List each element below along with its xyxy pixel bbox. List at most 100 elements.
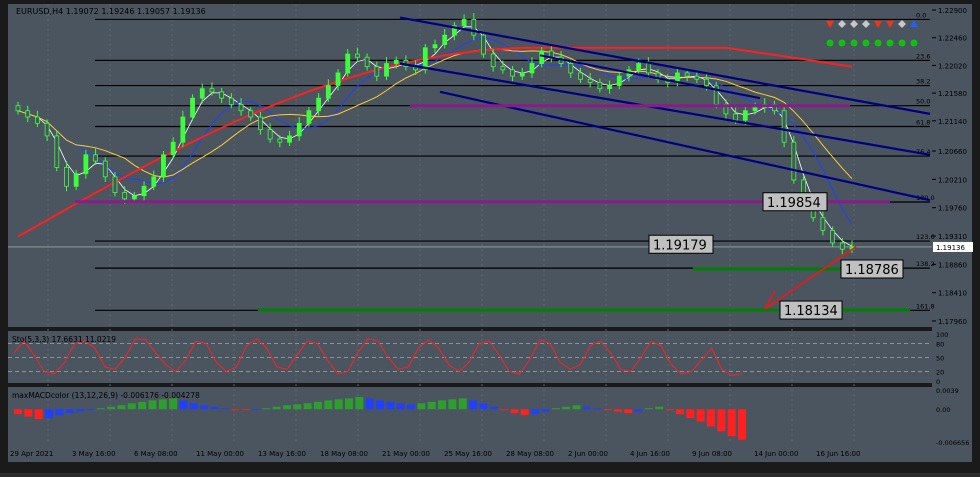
chart-window: 29 Apr 2021 3 May 16:00 6 May 08:00 11 May … (0, 0, 980, 473)
candle-body (209, 88, 215, 93)
candle-body (742, 110, 748, 121)
candle-body (248, 110, 254, 118)
candle-body (684, 72, 690, 77)
candle-body (374, 66, 380, 77)
macd-bar (303, 403, 312, 410)
stochastic-tick-label: 20 (936, 369, 944, 377)
stochastic-tick-label: 50 (936, 355, 944, 363)
candle-body (112, 176, 118, 193)
macd-bar (313, 401, 322, 410)
price-tick-label: 1.22900 (938, 7, 967, 15)
green-dot-icon (886, 39, 894, 47)
candle-body (694, 75, 700, 80)
candle-body (238, 104, 244, 112)
green-dot-icon (862, 39, 870, 47)
macd-bar (282, 405, 291, 410)
candle-body (704, 78, 709, 86)
macd-bar (593, 408, 602, 410)
candle-body (345, 53, 351, 74)
macd-bar (189, 403, 198, 410)
candle-body (199, 88, 205, 99)
candle-body (180, 116, 186, 143)
green-dot-icon (874, 39, 882, 47)
macd-bar (117, 405, 126, 410)
candle-body (471, 19, 477, 36)
macd-bar (624, 409, 633, 414)
candle-body (258, 116, 263, 131)
macd-bar (634, 409, 643, 412)
price-tick-label: 1.18410 (938, 290, 967, 298)
time-label: 3 May 16:00 (72, 450, 116, 458)
candle-body (781, 110, 787, 143)
candle-body (122, 192, 128, 200)
time-label: 13 May 16:00 (258, 450, 306, 458)
macd-bar (55, 409, 64, 416)
candle-body (73, 173, 79, 187)
macd-bar (231, 409, 240, 411)
macd-bar (148, 400, 157, 410)
macd-bar (531, 409, 540, 415)
candle-body (64, 166, 69, 187)
time-label: 21 May 00:00 (382, 450, 430, 458)
macd-bar (407, 404, 416, 410)
candle-body (25, 110, 31, 118)
candle-body (161, 154, 166, 178)
candle-body (636, 63, 642, 71)
macd-bar (551, 408, 560, 410)
candle-body (500, 66, 506, 71)
macd-bar (127, 403, 136, 410)
candle-body (393, 59, 399, 64)
macd-bar (438, 400, 447, 410)
macd-bar (34, 409, 43, 420)
macd-bar (469, 400, 478, 410)
time-label: 16 Jun 16:00 (816, 450, 860, 458)
macd-bar (334, 399, 343, 410)
macd-bar (603, 409, 612, 411)
macd-bar (738, 409, 746, 440)
candle-body (151, 176, 157, 187)
price-tick-label: 1.19310 (938, 233, 967, 241)
fib-label: 50.0 (916, 98, 930, 106)
macd-bar (96, 408, 105, 410)
candle-body (432, 44, 438, 49)
price-tick-label: 1.18860 (938, 261, 967, 269)
candle-body (733, 113, 739, 121)
macd-bar (655, 406, 664, 410)
candle-body (422, 47, 428, 71)
fib-label: 161.8 (916, 302, 935, 310)
candle-body (219, 91, 225, 99)
price-tick-label: 1.21580 (938, 90, 967, 98)
price-chart[interactable]: 29 Apr 2021 3 May 16:00 6 May 08:00 11 May … (0, 0, 980, 473)
candle-body (597, 81, 603, 90)
current-price-label: 1.19136 (936, 244, 965, 252)
candle-body (93, 154, 98, 162)
macd-bar (396, 403, 405, 410)
macd-bar (45, 409, 54, 419)
time-label: 11 May 00:00 (196, 450, 244, 458)
macd-bar (727, 409, 736, 437)
candle-body (54, 135, 60, 168)
candle-body (461, 19, 467, 27)
time-label: 6 May 08:00 (134, 450, 178, 458)
macd-bar (686, 409, 695, 419)
stochastic-panel[interactable] (8, 331, 932, 383)
time-label: 4 Jun 16:00 (630, 450, 670, 458)
stochastic-label: Sto(5,3,3) 17.6631 11.0219 (12, 335, 116, 344)
green-dot-icon (898, 39, 906, 47)
macd-bar (76, 409, 85, 412)
candle-body (820, 217, 826, 231)
candle-body (15, 105, 21, 112)
macd-bar (355, 396, 364, 410)
stochastic-tick-label: 100 (936, 331, 948, 339)
candle-body (277, 138, 283, 143)
candle-body (355, 53, 360, 58)
candle-body (306, 110, 312, 124)
candle-body (34, 116, 40, 124)
price-tick-label: 1.22460 (938, 35, 967, 43)
macd-bar (210, 406, 219, 410)
price-annotation-label: 1.18134 (784, 304, 838, 319)
time-label: 28 May 08:00 (506, 450, 554, 458)
candle-body (481, 34, 486, 55)
candle-body (102, 160, 108, 178)
candle-body (791, 141, 797, 181)
